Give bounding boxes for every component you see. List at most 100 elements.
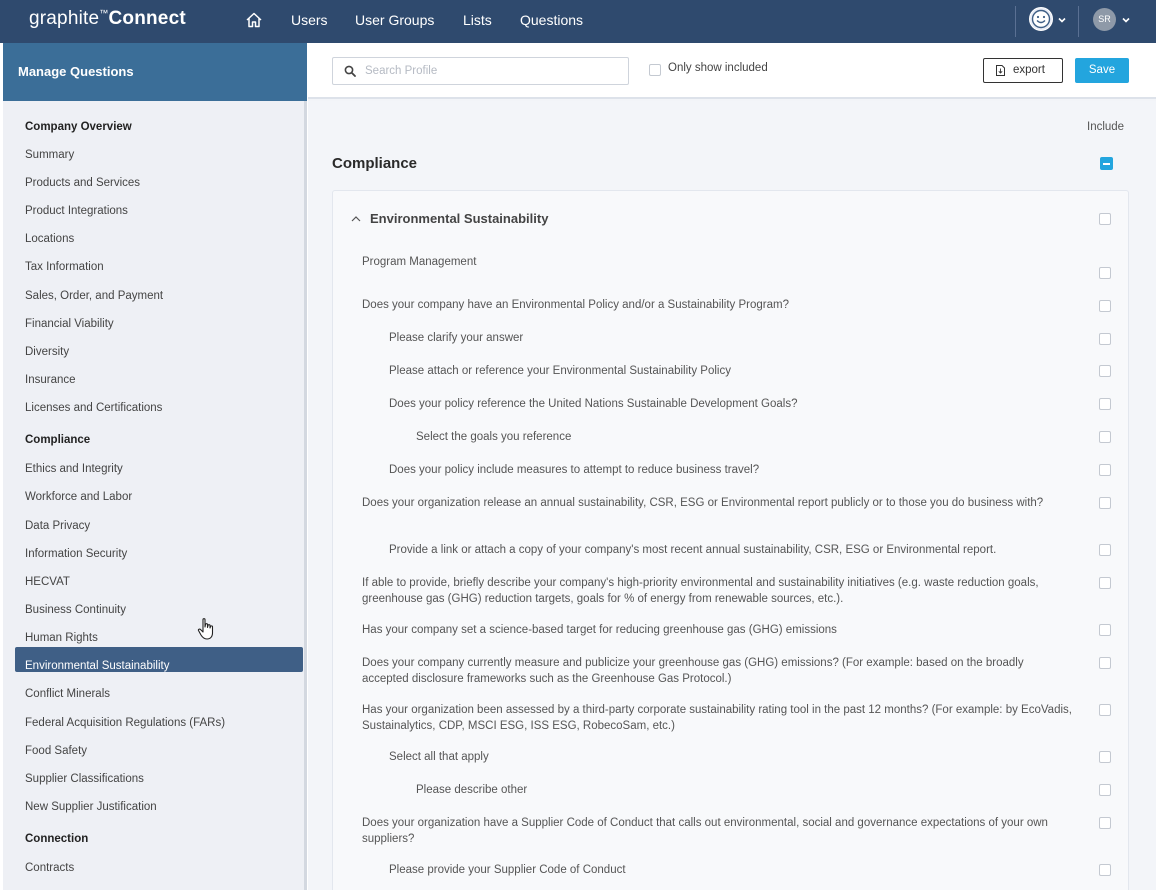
sidebar-item-information-security[interactable]: Information Security <box>25 548 127 560</box>
chevron-down-icon[interactable] <box>1121 15 1131 25</box>
question-text: Has your company set a science-based tar… <box>362 624 837 636</box>
question-text: Please attach or reference your Environm… <box>389 365 731 377</box>
question-text: Does your company have an Environmental … <box>362 299 789 311</box>
nav-link-questions[interactable]: Questions <box>520 12 583 28</box>
sidebar-item-ethics-and-integrity[interactable]: Ethics and Integrity <box>25 463 123 475</box>
sidebar-item-business-continuity[interactable]: Business Continuity <box>25 604 126 616</box>
include-column-header: Include <box>1087 121 1125 133</box>
question-include-checkbox[interactable] <box>1099 333 1111 345</box>
question-include-checkbox[interactable] <box>1099 817 1111 829</box>
sidebar-item-diversity[interactable]: Diversity <box>25 346 69 358</box>
question-include-checkbox[interactable] <box>1099 464 1111 476</box>
section-title: Compliance <box>332 155 418 172</box>
sidebar-item-environmental-sustainability[interactable]: Environmental Sustainability <box>25 660 169 672</box>
sidebar-scrollbar[interactable] <box>304 101 307 890</box>
section-include-checkbox[interactable] <box>1100 157 1113 170</box>
question-include-checkbox[interactable] <box>1099 431 1111 443</box>
question-text: Does your policy reference the United Na… <box>389 398 798 410</box>
sidebar-item-locations[interactable]: Locations <box>25 233 74 245</box>
question-include-checkbox[interactable] <box>1099 577 1111 589</box>
sidebar-item-conflict-minerals[interactable]: Conflict Minerals <box>25 688 110 700</box>
question-include-checkbox[interactable] <box>1099 398 1111 410</box>
question-include-checkbox[interactable] <box>1099 300 1111 312</box>
smiley-icon[interactable] <box>1029 7 1053 31</box>
question-text: Please clarify your answer <box>389 332 524 344</box>
subsection-title: Environmental Sustainability <box>370 211 549 226</box>
sidebar-group-heading: Connection <box>25 833 89 845</box>
sidebar-group-heading: Company Overview <box>25 121 132 133</box>
question-include-checkbox[interactable] <box>1099 544 1111 556</box>
user-avatar[interactable]: SR <box>1093 8 1116 31</box>
sidebar-item-data-privacy[interactable]: Data Privacy <box>25 520 90 532</box>
nav-divider <box>1015 6 1016 37</box>
sidebar-item-financial-viability[interactable]: Financial Viability <box>25 318 114 330</box>
question-text: Select all that apply <box>389 751 489 763</box>
brand-name-bold: Connect <box>108 8 186 29</box>
sidebar-item-new-supplier-justification[interactable]: New Supplier Justification <box>25 801 157 813</box>
export-label: export <box>1013 64 1045 76</box>
question-include-checkbox[interactable] <box>1099 657 1111 669</box>
question-include-checkbox[interactable] <box>1099 704 1111 716</box>
question-text: Does your organization release an annual… <box>362 497 1044 509</box>
export-button[interactable]: export <box>983 58 1063 83</box>
sidebar-item-licenses-and-certifications[interactable]: Licenses and Certifications <box>25 402 162 414</box>
sidebar-item-insurance[interactable]: Insurance <box>25 374 76 386</box>
brand-name-light: graphite <box>29 8 100 29</box>
sidebar-item-workforce-and-labor[interactable]: Workforce and Labor <box>25 491 132 503</box>
sidebar-header: Manage Questions <box>3 43 307 101</box>
chevron-down-icon[interactable] <box>1057 15 1067 25</box>
question-include-checkbox[interactable] <box>1099 624 1111 636</box>
question-text: Does your company currently measure and … <box>362 657 1024 685</box>
sidebar-nav: Company Overview Summary Products and Serv… <box>3 101 304 890</box>
only-show-included-label: Only show included <box>668 62 768 74</box>
brand-trademark: ™ <box>99 8 109 18</box>
nav-link-user-groups[interactable]: User Groups <box>355 12 434 28</box>
question-text: Please describe other <box>416 784 528 796</box>
document-icon <box>996 65 1005 76</box>
nav-divider <box>1078 6 1079 37</box>
brand-logo[interactable]: graphite™Connect <box>29 8 186 30</box>
question-text: Does your organization have a Supplier C… <box>362 817 1048 845</box>
top-navbar: graphite™Connect Users User Groups Lists… <box>0 0 1156 43</box>
subsection-include-checkbox[interactable] <box>1099 213 1111 225</box>
sidebar-item-human-rights[interactable]: Human Rights <box>25 632 98 644</box>
question-include-checkbox[interactable] <box>1099 365 1111 377</box>
question-text: Has your organization been assessed by a… <box>362 704 1072 732</box>
nav-link-lists[interactable]: Lists <box>463 12 492 28</box>
home-icon[interactable] <box>245 11 263 29</box>
question-text: Provide a link or attach a copy of your … <box>389 544 997 556</box>
sidebar-item-hecvat[interactable]: HECVAT <box>25 576 70 588</box>
chevron-up-icon[interactable] <box>351 215 361 222</box>
search-input[interactable] <box>365 61 620 81</box>
sidebar-item-supplier-classifications[interactable]: Supplier Classifications <box>25 773 144 785</box>
sidebar-item-federal-acquisition-regulations-fars[interactable]: Federal Acquisition Regulations (FARs) <box>25 717 225 729</box>
sidebar-group-heading: Compliance <box>25 434 91 446</box>
question-include-checkbox[interactable] <box>1099 497 1111 509</box>
search-icon <box>344 65 356 77</box>
sidebar-title: Manage Questions <box>18 64 134 79</box>
question-include-checkbox[interactable] <box>1099 864 1111 876</box>
question-include-checkbox[interactable] <box>1099 751 1111 763</box>
sidebar-item-summary[interactable]: Summary <box>25 149 74 161</box>
nav-link-users[interactable]: Users <box>291 12 328 28</box>
hand-cursor-icon <box>197 618 214 640</box>
save-button[interactable]: Save <box>1075 58 1129 83</box>
question-include-checkbox[interactable] <box>1099 784 1111 796</box>
sidebar-item-sales-order-and-payment[interactable]: Sales, Order, and Payment <box>25 290 163 302</box>
question-text: If able to provide, briefly describe you… <box>362 577 1039 605</box>
question-text: Select the goals you reference <box>416 431 572 443</box>
sidebar-item-food-safety[interactable]: Food Safety <box>25 745 87 757</box>
question-text: Please provide your Supplier Code of Con… <box>389 864 626 876</box>
main-content: Include Compliance Environmental Sustain… <box>308 101 1156 890</box>
question-include-checkbox[interactable] <box>1099 267 1111 279</box>
sidebar-item-product-integrations[interactable]: Product Integrations <box>25 205 128 217</box>
question-text: Does your policy include measures to att… <box>389 464 760 476</box>
question-text: Program Management <box>362 256 477 268</box>
subsection-panel: Environmental Sustainability Program Man… <box>332 190 1129 890</box>
toolbar: Only show included export Save <box>308 43 1156 99</box>
sidebar-item-tax-information[interactable]: Tax Information <box>25 261 104 273</box>
search-box[interactable] <box>332 57 629 85</box>
sidebar-item-products-and-services[interactable]: Products and Services <box>25 177 140 189</box>
only-show-included-checkbox[interactable] <box>649 64 661 76</box>
sidebar-item-contracts[interactable]: Contracts <box>25 862 74 874</box>
